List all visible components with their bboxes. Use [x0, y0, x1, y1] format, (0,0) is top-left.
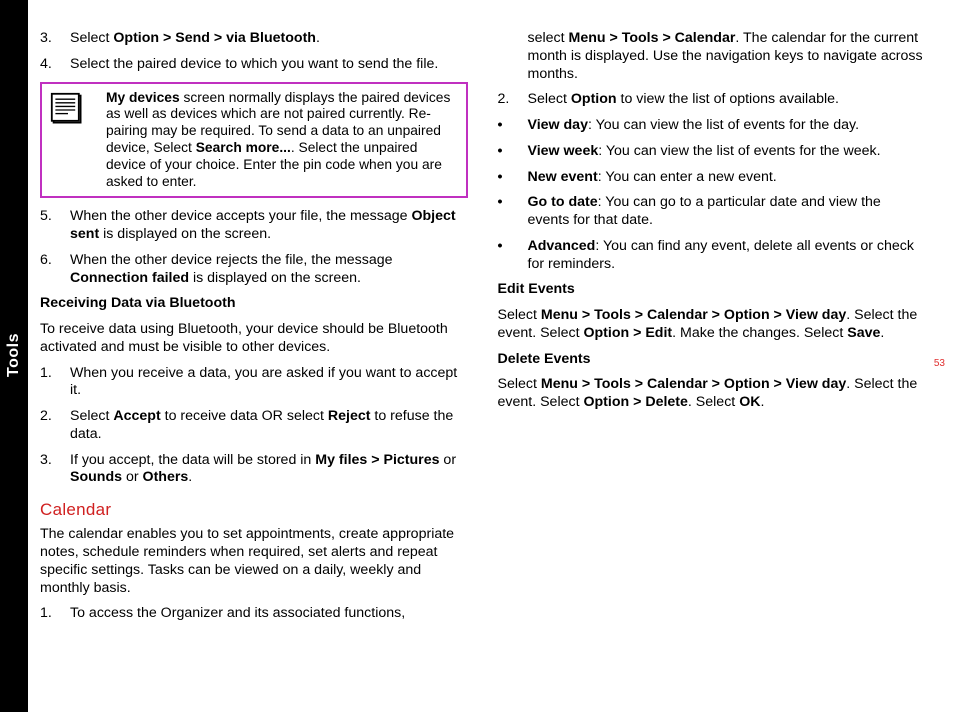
cal-step-1: 1. To access the Organizer and its assoc… [40, 605, 468, 623]
step-3: 3. Select Option > Send > via Bluetooth. [40, 30, 468, 48]
bullet-marker: • [498, 143, 528, 161]
recv-step-2: 2. Select Accept to receive data OR sele… [40, 408, 468, 444]
bullet-advanced: • Advanced: You can find any event, dele… [498, 238, 926, 274]
step-number: 3. [40, 30, 70, 48]
bullet-go-to-date: • Go to date: You can go to a particular… [498, 194, 926, 230]
step-6: 6. When the other device rejects the fil… [40, 252, 468, 288]
step-number: 5. [40, 208, 70, 244]
paragraph: Select Menu > Tools > Calendar > Option … [498, 376, 926, 412]
step-number: 4. [40, 56, 70, 74]
bullet-marker: • [498, 238, 528, 274]
bullet-text: Go to date: You can go to a particular d… [528, 194, 926, 230]
cal-step-2: 2. Select Option to view the list of opt… [498, 91, 926, 109]
bullet-text: Advanced: You can find any event, delete… [528, 238, 926, 274]
step-5: 5. When the other device accepts your fi… [40, 208, 468, 244]
step-number: 1. [40, 365, 70, 401]
bullet-text: New event: You can enter a new event. [528, 169, 926, 187]
heading-delete-events: Delete Events [498, 351, 926, 369]
step-number: 2. [40, 408, 70, 444]
note-icon [46, 88, 106, 193]
step-number: 3. [40, 452, 70, 488]
step-text: Select the paired device to which you wa… [70, 56, 468, 74]
bullet-text: View week: You can view the list of even… [528, 143, 926, 161]
continuation-text: select Menu > Tools > Calendar. The cale… [498, 30, 926, 83]
step-4: 4. Select the paired device to which you… [40, 56, 468, 74]
step-text: Select Option > Send > via Bluetooth. [70, 30, 468, 48]
step-number: 6. [40, 252, 70, 288]
step-text: When the other device rejects the file, … [70, 252, 468, 288]
page-number: 53 [934, 358, 945, 371]
step-text: When you receive a data, you are asked i… [70, 365, 468, 401]
step-number: 2. [498, 91, 528, 109]
note-text: My devices screen normally displays the … [106, 88, 462, 193]
side-tab-tools: Tools [0, 310, 28, 400]
heading-edit-events: Edit Events [498, 281, 926, 299]
step-text: Select Accept to receive data OR select … [70, 408, 468, 444]
bullet-view-day: • View day: You can view the list of eve… [498, 117, 926, 135]
paragraph: Select Menu > Tools > Calendar > Option … [498, 307, 926, 343]
recv-step-3: 3. If you accept, the data will be store… [40, 452, 468, 488]
bullet-marker: • [498, 117, 528, 135]
step-text: If you accept, the data will be stored i… [70, 452, 468, 488]
step-text: When the other device accepts your file,… [70, 208, 468, 244]
paragraph: To receive data using Bluetooth, your de… [40, 321, 468, 357]
column-right: select Menu > Tools > Calendar. The cale… [498, 30, 926, 631]
bullet-text: View day: You can view the list of event… [528, 117, 926, 135]
column-left: 3. Select Option > Send > via Bluetooth.… [40, 30, 468, 631]
section-title-calendar: Calendar [40, 499, 468, 520]
note-box: My devices screen normally displays the … [40, 82, 468, 199]
bullet-marker: • [498, 194, 528, 230]
recv-step-1: 1. When you receive a data, you are aske… [40, 365, 468, 401]
step-number: 1. [40, 605, 70, 623]
bullet-marker: • [498, 169, 528, 187]
heading-receiving: Receiving Data via Bluetooth [40, 295, 468, 313]
step-text: To access the Organizer and its associat… [70, 605, 468, 623]
bullet-view-week: • View week: You can view the list of ev… [498, 143, 926, 161]
paragraph: The calendar enables you to set appointm… [40, 526, 468, 597]
page-content: 3. Select Option > Send > via Bluetooth.… [40, 30, 925, 631]
bullet-new-event: • New event: You can enter a new event. [498, 169, 926, 187]
step-text: Select Option to view the list of option… [528, 91, 926, 109]
